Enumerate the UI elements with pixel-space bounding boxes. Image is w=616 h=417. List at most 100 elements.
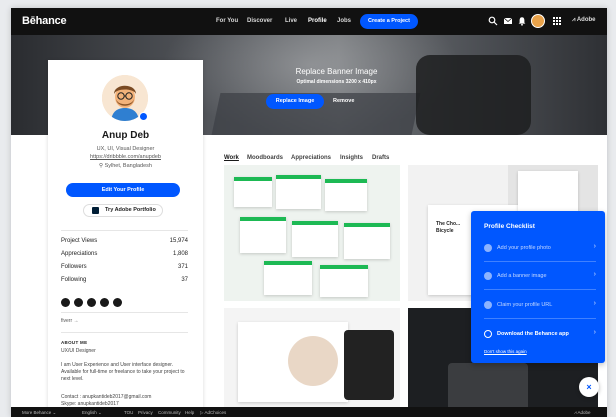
behance-logo[interactable]: Bēhance — [22, 15, 67, 27]
check-done-icon — [484, 272, 492, 280]
adobe-label: Adobe — [576, 17, 596, 23]
tab-moodboards[interactable]: Moodboards — [247, 155, 283, 161]
about-contact-email: Contact : anupkantideb2017@gmail.com — [61, 394, 152, 400]
thumbnail-screen-header — [234, 177, 272, 181]
thumbnail-screen — [234, 177, 272, 207]
github-icon[interactable] — [87, 298, 96, 307]
thumbnail-screen-header — [344, 223, 390, 227]
nav-jobs[interactable]: Jobs — [337, 18, 351, 24]
divider — [61, 230, 188, 231]
footer-adchoices[interactable]: ▷ AdChoices — [200, 410, 226, 416]
search-icon[interactable] — [488, 16, 498, 26]
create-project-button[interactable]: Create a Project — [360, 14, 418, 29]
stat-appreciations: Appreciations 1,808 — [61, 251, 188, 257]
adobe-logo[interactable]: ⩘ Adobe — [572, 17, 596, 24]
facebook-icon[interactable] — [61, 298, 70, 307]
stat-label: Following — [61, 277, 87, 283]
linkedin-icon[interactable] — [100, 298, 109, 307]
apps-grid-icon[interactable] — [552, 16, 562, 26]
footer-adobe-label: Adobe — [577, 410, 591, 415]
stat-value: 15,974 — [169, 238, 188, 244]
nav-profile[interactable]: Profile — [308, 18, 327, 24]
stat-following[interactable]: Following 37 — [61, 277, 188, 283]
about-title: UX/UI Designer — [61, 348, 96, 354]
thumbnail-screen — [344, 223, 390, 259]
project-thumbnail[interactable] — [224, 165, 400, 301]
footer-language[interactable]: English ⌄ — [82, 410, 102, 416]
footer-tou[interactable]: TOU — [124, 410, 133, 415]
try-adobe-portfolio-button[interactable]: Try Adobe Portfolio — [83, 204, 163, 217]
divider — [484, 261, 596, 262]
tab-appreciations[interactable]: Appreciations — [291, 155, 331, 161]
chevron-right-icon: › — [593, 300, 596, 307]
remove-image-button[interactable]: Remove — [333, 98, 354, 104]
nav-for-you[interactable]: For You — [216, 18, 238, 24]
thumbnail-device — [344, 330, 394, 400]
edit-profile-button[interactable]: Edit Your Profile — [66, 183, 180, 197]
fiverr-link[interactable]: fiverr → — [61, 318, 79, 324]
tab-insights[interactable]: Insights — [340, 155, 363, 161]
notifications-icon[interactable] — [517, 16, 527, 26]
thumbnail-screen — [240, 217, 286, 253]
profile-role: UX, UI, Visual Designer — [96, 146, 155, 152]
stat-value: 1,808 — [172, 251, 188, 257]
check-done-icon — [484, 301, 492, 309]
tab-work[interactable]: Work — [224, 155, 239, 161]
portfolio-button-label: Try Adobe Portfolio — [105, 207, 156, 213]
stat-label: Appreciations — [61, 251, 98, 257]
thumbnail-heading: The Cho... Bicycle — [436, 221, 461, 234]
thumbnail-screen — [325, 179, 367, 211]
thumbnail-screen — [320, 265, 368, 297]
stat-followers[interactable]: Followers 371 — [61, 264, 188, 270]
dont-show-again-link[interactable]: Don't show this again — [484, 349, 527, 354]
user-avatar[interactable] — [531, 14, 545, 28]
nav-live[interactable]: Live — [285, 18, 297, 24]
checklist-item-label: Add a banner image — [497, 273, 547, 279]
footer-community[interactable]: Community — [158, 410, 181, 415]
thumbnail-screen-header — [276, 175, 321, 179]
footer-help[interactable]: Help — [185, 410, 194, 415]
thumbnail-screen — [264, 261, 312, 295]
thumbnail-image — [288, 336, 338, 386]
tab-drafts[interactable]: Drafts — [372, 155, 389, 161]
checklist-item-download-app[interactable]: Download the Behance app › — [484, 329, 596, 341]
browser-page: Bēhance For You Discover Live Profile Jo… — [11, 8, 607, 417]
thumbnail-screen-header — [325, 179, 367, 183]
footer-more-behance[interactable]: More Behance ⌄ — [22, 410, 56, 416]
chevron-right-icon: › — [593, 329, 596, 336]
replace-image-button[interactable]: Replace Image — [266, 94, 324, 109]
messages-icon[interactable] — [503, 16, 513, 26]
thumbnail-screen-header — [264, 261, 312, 265]
check-done-icon — [484, 244, 492, 252]
footer-adobe-logo[interactable]: ⩘ Adobe — [574, 410, 591, 415]
adobe-portfolio-icon — [92, 207, 99, 214]
stat-label: Project Views — [61, 238, 98, 244]
stat-value: 37 — [181, 277, 188, 283]
profile-location: ⚲ Sylhet, Bangladesh — [48, 163, 203, 169]
profile-website-link[interactable]: https://dribbble.com/anupdeb — [48, 154, 203, 160]
profile-card: Anup Deb UX, UI, Visual Designer https:/… — [48, 60, 203, 417]
checklist-item-banner-image[interactable]: Add a banner image › — [484, 271, 596, 283]
check-pending-icon — [484, 330, 492, 338]
nav-discover[interactable]: Discover — [247, 18, 272, 24]
instagram-icon[interactable] — [113, 298, 122, 307]
divider — [61, 312, 188, 313]
divider — [61, 332, 188, 333]
checklist-item-profile-photo[interactable]: Add your profile photo › — [484, 243, 596, 255]
checklist-item-profile-url[interactable]: Claim your profile URL › — [484, 300, 596, 312]
about-heading: ABOUT ME — [61, 340, 88, 345]
stat-value: 371 — [177, 264, 188, 270]
dribbble-icon[interactable] — [74, 298, 83, 307]
avatar-edit-badge[interactable] — [139, 112, 148, 121]
footer-privacy[interactable]: Privacy — [138, 410, 153, 415]
checklist-title: Profile Checklist — [484, 223, 535, 230]
about-description: I am User Experience and User interface … — [61, 362, 185, 382]
project-thumbnail[interactable] — [224, 308, 400, 417]
checklist-item-label: Claim your profile URL — [497, 302, 553, 308]
thumbnail-screen-header — [240, 217, 286, 221]
thumbnail-screen-header — [320, 265, 368, 269]
footer-bar: More Behance ⌄ English ⌄ TOU Privacy Com… — [11, 407, 607, 417]
top-navigation-bar: Bēhance For You Discover Live Profile Jo… — [11, 8, 607, 35]
close-checklist-button[interactable]: × — [579, 377, 599, 397]
stat-project-views: Project Views 15,974 — [61, 238, 188, 244]
